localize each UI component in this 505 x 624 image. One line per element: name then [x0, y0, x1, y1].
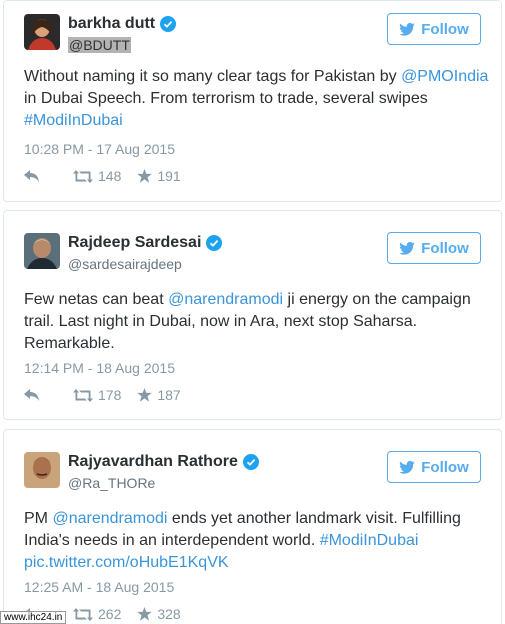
text-span: in Dubai Speech. From terrorism to trade…	[24, 90, 428, 107]
follow-label: Follow	[421, 239, 469, 257]
media-link[interactable]: pic.twitter.com/oHubE1KqVK	[24, 554, 229, 571]
retweet-count: 262	[98, 606, 122, 622]
text-span: Few netas can beat	[24, 291, 169, 308]
tweet-card: barkha dutt @BDUTT Follow Without naming…	[3, 0, 502, 202]
display-name[interactable]: Rajdeep Sardesai	[68, 234, 201, 252]
tweet-text: PM @narendramodi ends yet another landma…	[24, 508, 494, 574]
twitter-bird-icon	[399, 460, 416, 474]
favorite-star-icon	[137, 607, 153, 621]
tweet-timestamp[interactable]: 10:28 PM - 17 Aug 2015	[24, 141, 175, 157]
verified-badge-icon	[160, 16, 177, 32]
reply-icon	[24, 389, 39, 401]
favorite-button[interactable]: 187	[137, 387, 181, 403]
retweet-button[interactable]: 262	[73, 606, 121, 622]
mention-link[interactable]: @PMOIndia	[401, 68, 488, 85]
text-span: Without naming it so many clear tags for…	[24, 68, 402, 85]
avatar[interactable]	[24, 14, 60, 50]
follow-button[interactable]: Follow	[387, 451, 481, 483]
tweet-timestamp[interactable]: 12:25 AM - 18 Aug 2015	[24, 579, 174, 595]
tweet-timestamp[interactable]: 12:14 PM - 18 Aug 2015	[24, 360, 175, 376]
tweet-text: Without naming it so many clear tags for…	[24, 66, 494, 132]
hashtag-link[interactable]: #ModiInDubai	[320, 532, 419, 549]
display-name[interactable]: Rajyavardhan Rathore	[68, 453, 238, 471]
follow-button[interactable]: Follow	[387, 232, 481, 264]
verified-badge-icon	[242, 454, 259, 470]
follow-label: Follow	[421, 20, 469, 38]
twitter-bird-icon	[399, 241, 416, 255]
retweet-icon	[73, 169, 93, 183]
favorite-count: 191	[157, 168, 181, 184]
avatar[interactable]	[24, 452, 60, 488]
tweet-text: Few netas can beat @narendramodi ji ener…	[24, 289, 494, 355]
user-handle[interactable]: @Ra_THORe	[68, 475, 155, 491]
tweet-card: Rajdeep Sardesai @sardesairajdeep Follow…	[3, 210, 502, 420]
follow-button[interactable]: Follow	[387, 13, 481, 45]
text-span: PM	[24, 510, 53, 527]
avatar[interactable]	[24, 233, 60, 269]
favorite-count: 328	[157, 606, 181, 622]
user-handle[interactable]: @sardesairajdeep	[68, 256, 182, 272]
watermark: www.ihc24.in	[0, 611, 67, 624]
mention-link[interactable]: @narendramodi	[168, 291, 283, 308]
display-name[interactable]: barkha dutt	[68, 15, 155, 33]
favorite-button[interactable]: 191	[137, 168, 181, 184]
tweet-card: Rajyavardhan Rathore @Ra_THORe Follow PM…	[3, 429, 502, 624]
retweet-count: 178	[98, 387, 122, 403]
reply-button[interactable]	[24, 170, 45, 182]
reply-icon	[24, 170, 39, 182]
reply-button[interactable]	[24, 389, 45, 401]
verified-badge-icon	[206, 235, 223, 251]
retweet-icon	[73, 607, 93, 621]
hashtag-link[interactable]: #ModiInDubai	[24, 112, 123, 129]
user-handle[interactable]: @BDUTT	[68, 37, 131, 53]
favorite-star-icon	[137, 388, 153, 402]
retweet-count: 148	[98, 168, 122, 184]
favorite-star-icon	[137, 169, 153, 183]
favorite-count: 187	[157, 387, 181, 403]
retweet-button[interactable]: 178	[73, 387, 121, 403]
retweet-button[interactable]: 148	[73, 168, 121, 184]
retweet-icon	[73, 388, 93, 402]
twitter-bird-icon	[399, 22, 416, 36]
mention-link[interactable]: @narendramodi	[52, 510, 167, 527]
favorite-button[interactable]: 328	[137, 606, 181, 622]
follow-label: Follow	[421, 458, 469, 476]
